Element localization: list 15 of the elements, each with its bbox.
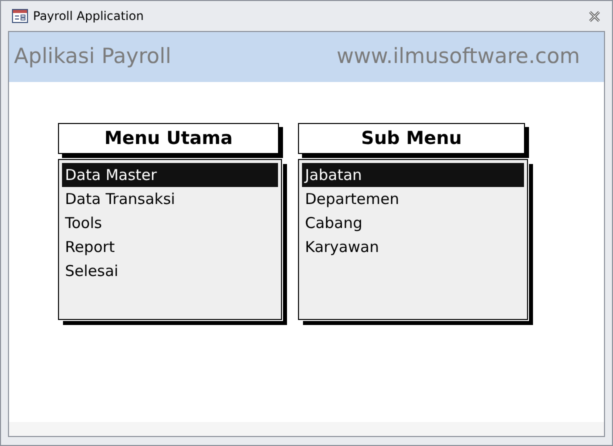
list-item[interactable]: Selesai <box>62 259 278 283</box>
app-title: Aplikasi Payroll <box>14 43 172 70</box>
window-title: Payroll Application <box>33 8 145 25</box>
list-item[interactable]: Data Transaksi <box>62 187 278 211</box>
list-item[interactable]: Karyawan <box>302 235 524 259</box>
list-item[interactable]: Report <box>62 235 278 259</box>
website-text: www.ilmusoftware.com <box>336 43 580 70</box>
list-item[interactable]: Jabatan <box>302 163 524 187</box>
form-icon <box>12 9 28 23</box>
list-item[interactable]: Tools <box>62 211 278 235</box>
list-item[interactable]: Cabang <box>302 211 524 235</box>
list-item[interactable]: Data Master <box>62 163 278 187</box>
list-item[interactable]: Departemen <box>302 187 524 211</box>
close-button[interactable] <box>587 9 601 23</box>
close-icon <box>588 10 600 22</box>
